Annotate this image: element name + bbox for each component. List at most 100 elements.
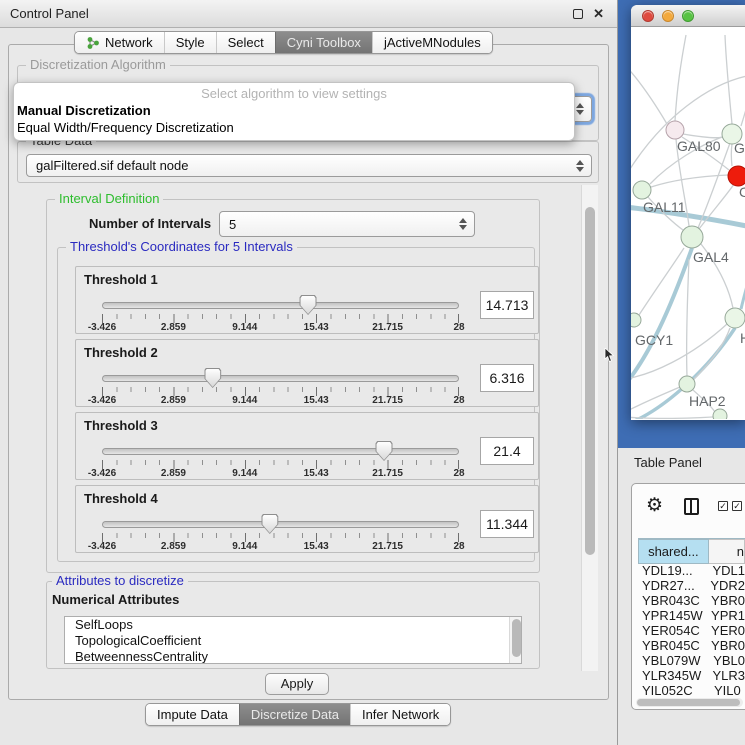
column-header-shared-name[interactable]: shared...	[638, 539, 709, 564]
slider-track[interactable]	[102, 448, 459, 455]
threshold-slider[interactable]: -3.4262.859 9.14415.43 21.71528	[102, 514, 459, 552]
slider-track[interactable]	[102, 521, 459, 528]
network-view-window: GAL80GCGAL11GAL4GCY1HHAP2	[631, 5, 745, 420]
network-node-label: H	[740, 330, 745, 346]
table-row[interactable]: YBL079WYBL0	[638, 653, 745, 668]
threshold-value-field[interactable]: 21.4	[480, 437, 534, 465]
network-edge[interactable]	[741, 267, 745, 309]
dropdown-placeholder-item[interactable]: Select algorithm to view settings	[14, 86, 574, 102]
network-node[interactable]	[681, 226, 703, 248]
dropdown-item-equal-width[interactable]: Equal Width/Frequency Discretization	[14, 119, 574, 136]
threshold-value-field[interactable]: 6.316	[480, 364, 534, 392]
tab-infer-network[interactable]: Infer Network	[350, 704, 450, 725]
select-all-checkbox-icon[interactable]: ✓	[718, 501, 728, 511]
float-window-icon[interactable]	[573, 9, 583, 19]
slider-tick-labels: -3.4262.859 9.14415.43 21.71528	[102, 468, 459, 479]
network-node-label: GAL80	[677, 138, 721, 154]
threshold-slider[interactable]: -3.4262.859 9.14415.43 21.71528	[102, 295, 459, 333]
network-node[interactable]	[713, 409, 727, 419]
select-none-checkbox-icon[interactable]: ✓	[732, 501, 742, 511]
slider-track[interactable]	[102, 375, 459, 382]
table-row[interactable]: YDR27...YDR2	[638, 578, 745, 593]
network-node-label: C	[739, 184, 745, 200]
list-item[interactable]: SelfLoops	[65, 617, 521, 633]
threshold-slider[interactable]: -3.4262.859 9.14415.43 21.71528	[102, 368, 459, 406]
table-panel-title: Table Panel	[634, 455, 702, 470]
tab-style[interactable]: Style	[164, 32, 216, 53]
thresholds-group: Threshold's Coordinates for 5 Intervals …	[57, 247, 535, 562]
slider-thumb[interactable]	[204, 368, 221, 388]
combo-arrows-icon	[576, 160, 584, 172]
network-node-label: GCY1	[635, 332, 673, 348]
network-node-label: HAP2	[689, 393, 726, 409]
network-edge[interactable]	[731, 144, 732, 166]
network-canvas[interactable]: GAL80GCGAL11GAL4GCY1HHAP2	[631, 27, 745, 419]
discretization-algorithm-label: Discretization Algorithm	[26, 57, 170, 72]
tab-impute-data[interactable]: Impute Data	[146, 704, 239, 725]
network-node[interactable]	[631, 313, 641, 327]
table-row[interactable]: YBR043CYBR0	[638, 593, 745, 608]
slider-thumb[interactable]	[376, 441, 393, 461]
threshold-value-field[interactable]: 14.713	[480, 291, 534, 319]
threshold-panel: Threshold 3 -3.4262.859 9.14415.43 21.71…	[75, 412, 539, 480]
network-node[interactable]	[633, 181, 651, 199]
right-region: GAL80GCGAL11GAL4GCY1HHAP2 Table Panel ⚙ …	[617, 0, 745, 745]
tab-select[interactable]: Select	[216, 32, 275, 53]
slider-tick-labels: -3.4262.859 9.14415.43 21.71528	[102, 395, 459, 406]
slider-thumb[interactable]	[300, 295, 317, 315]
column-header-name[interactable]: n	[709, 539, 745, 564]
close-traffic-light-icon[interactable]	[642, 10, 654, 22]
apply-button[interactable]: Apply	[265, 673, 329, 695]
network-node[interactable]	[679, 376, 695, 392]
table-row[interactable]: YBR045CYBR0	[638, 638, 745, 653]
network-edge[interactable]	[687, 259, 689, 376]
network-edge[interactable]	[631, 65, 667, 124]
table-header-row: shared... n	[638, 538, 745, 563]
list-scrollbar[interactable]	[509, 617, 521, 663]
attributes-group-label: Attributes to discretize	[52, 573, 188, 588]
threshold-slider[interactable]: -3.4262.859 9.14415.43 21.71528	[102, 441, 459, 479]
minimize-traffic-light-icon[interactable]	[662, 10, 674, 22]
slider-thumb[interactable]	[261, 514, 278, 534]
network-node[interactable]	[725, 308, 745, 328]
algorithm-dropdown-popup: Select algorithm to view settings Manual…	[13, 82, 575, 141]
slider-track[interactable]	[102, 302, 459, 309]
network-edge[interactable]	[698, 143, 730, 228]
table-data-combobox[interactable]: galFiltered.sif default node	[26, 154, 592, 177]
network-node[interactable]	[666, 121, 684, 139]
control-panel: Control Panel ✕ Network Style Select Cyn…	[0, 0, 617, 745]
gear-icon[interactable]: ⚙	[646, 494, 663, 517]
table-row[interactable]: YPR145WYPR1	[638, 608, 745, 623]
threshold-label: Threshold 2	[84, 345, 158, 360]
network-edge[interactable]	[725, 35, 732, 124]
combo-arrows-icon	[459, 218, 467, 230]
tab-network[interactable]: Network	[75, 32, 164, 53]
tab-discretize-data[interactable]: Discretize Data	[239, 704, 350, 725]
table-row[interactable]: YLR345WYLR3	[638, 668, 745, 683]
number-of-intervals-label: Number of Intervals	[89, 216, 211, 231]
network-edge[interactable]	[639, 248, 684, 315]
columns-icon[interactable]	[684, 498, 699, 515]
number-of-intervals-value: 5	[229, 217, 236, 232]
panel-scrollbar[interactable]	[581, 185, 598, 671]
list-item[interactable]: BetweennessCentrality	[65, 649, 521, 664]
table-row[interactable]: YIL052CYIL0	[638, 683, 745, 698]
table-row[interactable]: YER054CYER0	[638, 623, 745, 638]
threshold-label: Threshold 1	[84, 272, 158, 287]
table-horizontal-scrollbar[interactable]	[636, 698, 743, 707]
threshold-label: Threshold 3	[84, 418, 158, 433]
table-row[interactable]: YDL19...YDL1	[638, 563, 745, 578]
numerical-attributes-list[interactable]: SelfLoops TopologicalCoefficient Between…	[64, 616, 522, 664]
dropdown-item-manual-discretization[interactable]: Manual Discretization	[14, 102, 574, 119]
table-data-value: galFiltered.sif default node	[36, 158, 188, 173]
tab-cyni-toolbox[interactable]: Cyni Toolbox	[275, 32, 372, 53]
network-edge[interactable]	[741, 82, 745, 126]
close-icon[interactable]: ✕	[593, 6, 604, 22]
threshold-value-field[interactable]: 11.344	[480, 510, 534, 538]
interval-definition-label: Interval Definition	[55, 191, 163, 206]
network-node[interactable]	[728, 166, 745, 186]
list-item[interactable]: TopologicalCoefficient	[65, 633, 521, 649]
zoom-traffic-light-icon[interactable]	[682, 10, 694, 22]
tab-jactivemnodules[interactable]: jActiveMNodules	[372, 32, 492, 53]
number-of-intervals-combobox[interactable]: 5	[219, 211, 475, 237]
